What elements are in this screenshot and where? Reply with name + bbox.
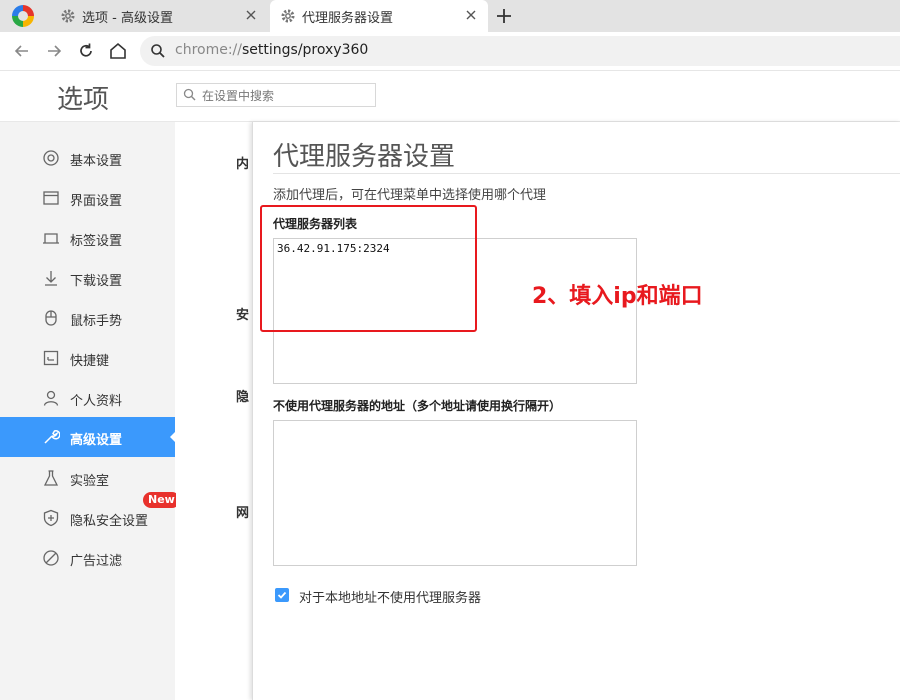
tab-label: 代理服务器设置	[302, 10, 394, 26]
dialog-description: 添加代理后，可在代理菜单中选择使用哪个代理	[273, 188, 547, 203]
search-icon	[183, 88, 196, 101]
tab-label: 选项 - 高级设置	[82, 10, 173, 26]
tab-icon	[43, 233, 59, 244]
local-bypass-label: 对于本地地址不使用代理服务器	[299, 591, 482, 606]
section-label-partial: 网	[236, 506, 250, 521]
sidebar-item-label: 基本设置	[70, 154, 123, 169]
wrench-icon	[44, 430, 60, 444]
url-text: chrome://settings/proxy360	[175, 42, 368, 58]
target-icon	[43, 150, 59, 166]
sidebar-item-label: 个人资料	[70, 394, 123, 409]
checkmark-icon	[277, 591, 287, 599]
sidebar-item-interface[interactable]: 界面设置	[0, 178, 175, 218]
sidebar-item-label: 隐私安全设置	[70, 514, 149, 529]
window-icon	[43, 191, 59, 205]
sidebar-item-shortcuts[interactable]: 快捷键	[0, 338, 175, 378]
local-bypass-checkbox[interactable]	[275, 588, 289, 602]
settings-header: 选项 在设置中搜索	[0, 71, 900, 122]
browser-logo-icon	[12, 5, 34, 27]
dialog-title: 代理服务器设置	[273, 142, 456, 172]
sidebar-item-download[interactable]: 下载设置	[0, 258, 175, 298]
sidebar-item-label: 界面设置	[70, 194, 123, 209]
back-arrow-icon[interactable]	[12, 41, 32, 61]
shield-icon	[43, 509, 59, 527]
section-label-partial: 内	[236, 157, 250, 172]
sidebar-item-label: 广告过滤	[70, 554, 123, 569]
page-title: 选项	[57, 85, 110, 115]
sidebar-item-label: 标签设置	[70, 234, 123, 249]
gear-icon	[281, 9, 295, 23]
sidebar-item-profile[interactable]: 个人资料	[0, 378, 175, 418]
sidebar-item-basic[interactable]: 基本设置	[0, 138, 175, 178]
search-placeholder: 在设置中搜索	[202, 89, 275, 103]
divider	[273, 173, 900, 174]
sidebar-item-ad-filter[interactable]: 广告过滤	[0, 538, 175, 578]
tab-advanced-settings[interactable]: 选项 - 高级设置	[50, 0, 268, 32]
bypass-list-textarea[interactable]	[273, 420, 637, 566]
tab-strip: 选项 - 高级设置 代理服务器设置	[0, 0, 900, 32]
sidebar-item-label: 快捷键	[70, 354, 110, 369]
settings-search-input[interactable]: 在设置中搜索	[176, 83, 376, 107]
block-icon	[43, 550, 59, 566]
sidebar-item-label: 实验室	[70, 474, 110, 489]
sidebar-item-label: 下载设置	[70, 274, 123, 289]
url-path: settings/proxy360	[242, 42, 369, 58]
search-icon	[151, 44, 165, 58]
browser-toolbar: chrome://settings/proxy360	[0, 32, 900, 71]
reload-icon[interactable]	[76, 41, 96, 61]
close-icon[interactable]	[464, 8, 478, 22]
sidebar-item-tabs[interactable]: 标签设置	[0, 218, 175, 258]
download-icon	[45, 271, 57, 286]
address-bar[interactable]: chrome://settings/proxy360	[140, 36, 900, 66]
person-icon	[43, 390, 59, 406]
shortcut-icon	[43, 350, 59, 366]
mouse-icon	[45, 310, 57, 326]
annotation-highlight-box	[260, 205, 477, 332]
close-icon[interactable]	[244, 8, 258, 22]
home-icon[interactable]	[108, 41, 128, 61]
sidebar-item-label: 高级设置	[70, 433, 123, 448]
sidebar-item-advanced[interactable]: 高级设置	[0, 417, 176, 457]
section-label-partial: 安	[236, 308, 250, 323]
sidebar-item-mouse-gesture[interactable]: 鼠标手势	[0, 298, 175, 338]
sidebar-item-label: 鼠标手势	[70, 314, 123, 329]
new-tab-plus-icon[interactable]	[494, 6, 514, 26]
tab-proxy-settings[interactable]: 代理服务器设置	[270, 0, 488, 32]
flask-icon	[43, 470, 59, 486]
annotation-text: 2、填入ip和端口	[532, 284, 703, 309]
forward-arrow-icon[interactable]	[44, 41, 64, 61]
bypass-list-label: 不使用代理服务器的地址（多个地址请使用换行隔开）	[273, 399, 562, 413]
gear-icon	[61, 9, 75, 23]
new-badge: New	[143, 492, 180, 508]
settings-sidebar: 基本设置 界面设置 标签设置 下载设置 鼠标手势 快捷键 个人资料 高级设置 实…	[0, 122, 176, 700]
settings-content-background	[176, 122, 256, 700]
section-label-partial: 隐	[236, 390, 250, 405]
url-scheme: chrome://	[175, 42, 242, 58]
